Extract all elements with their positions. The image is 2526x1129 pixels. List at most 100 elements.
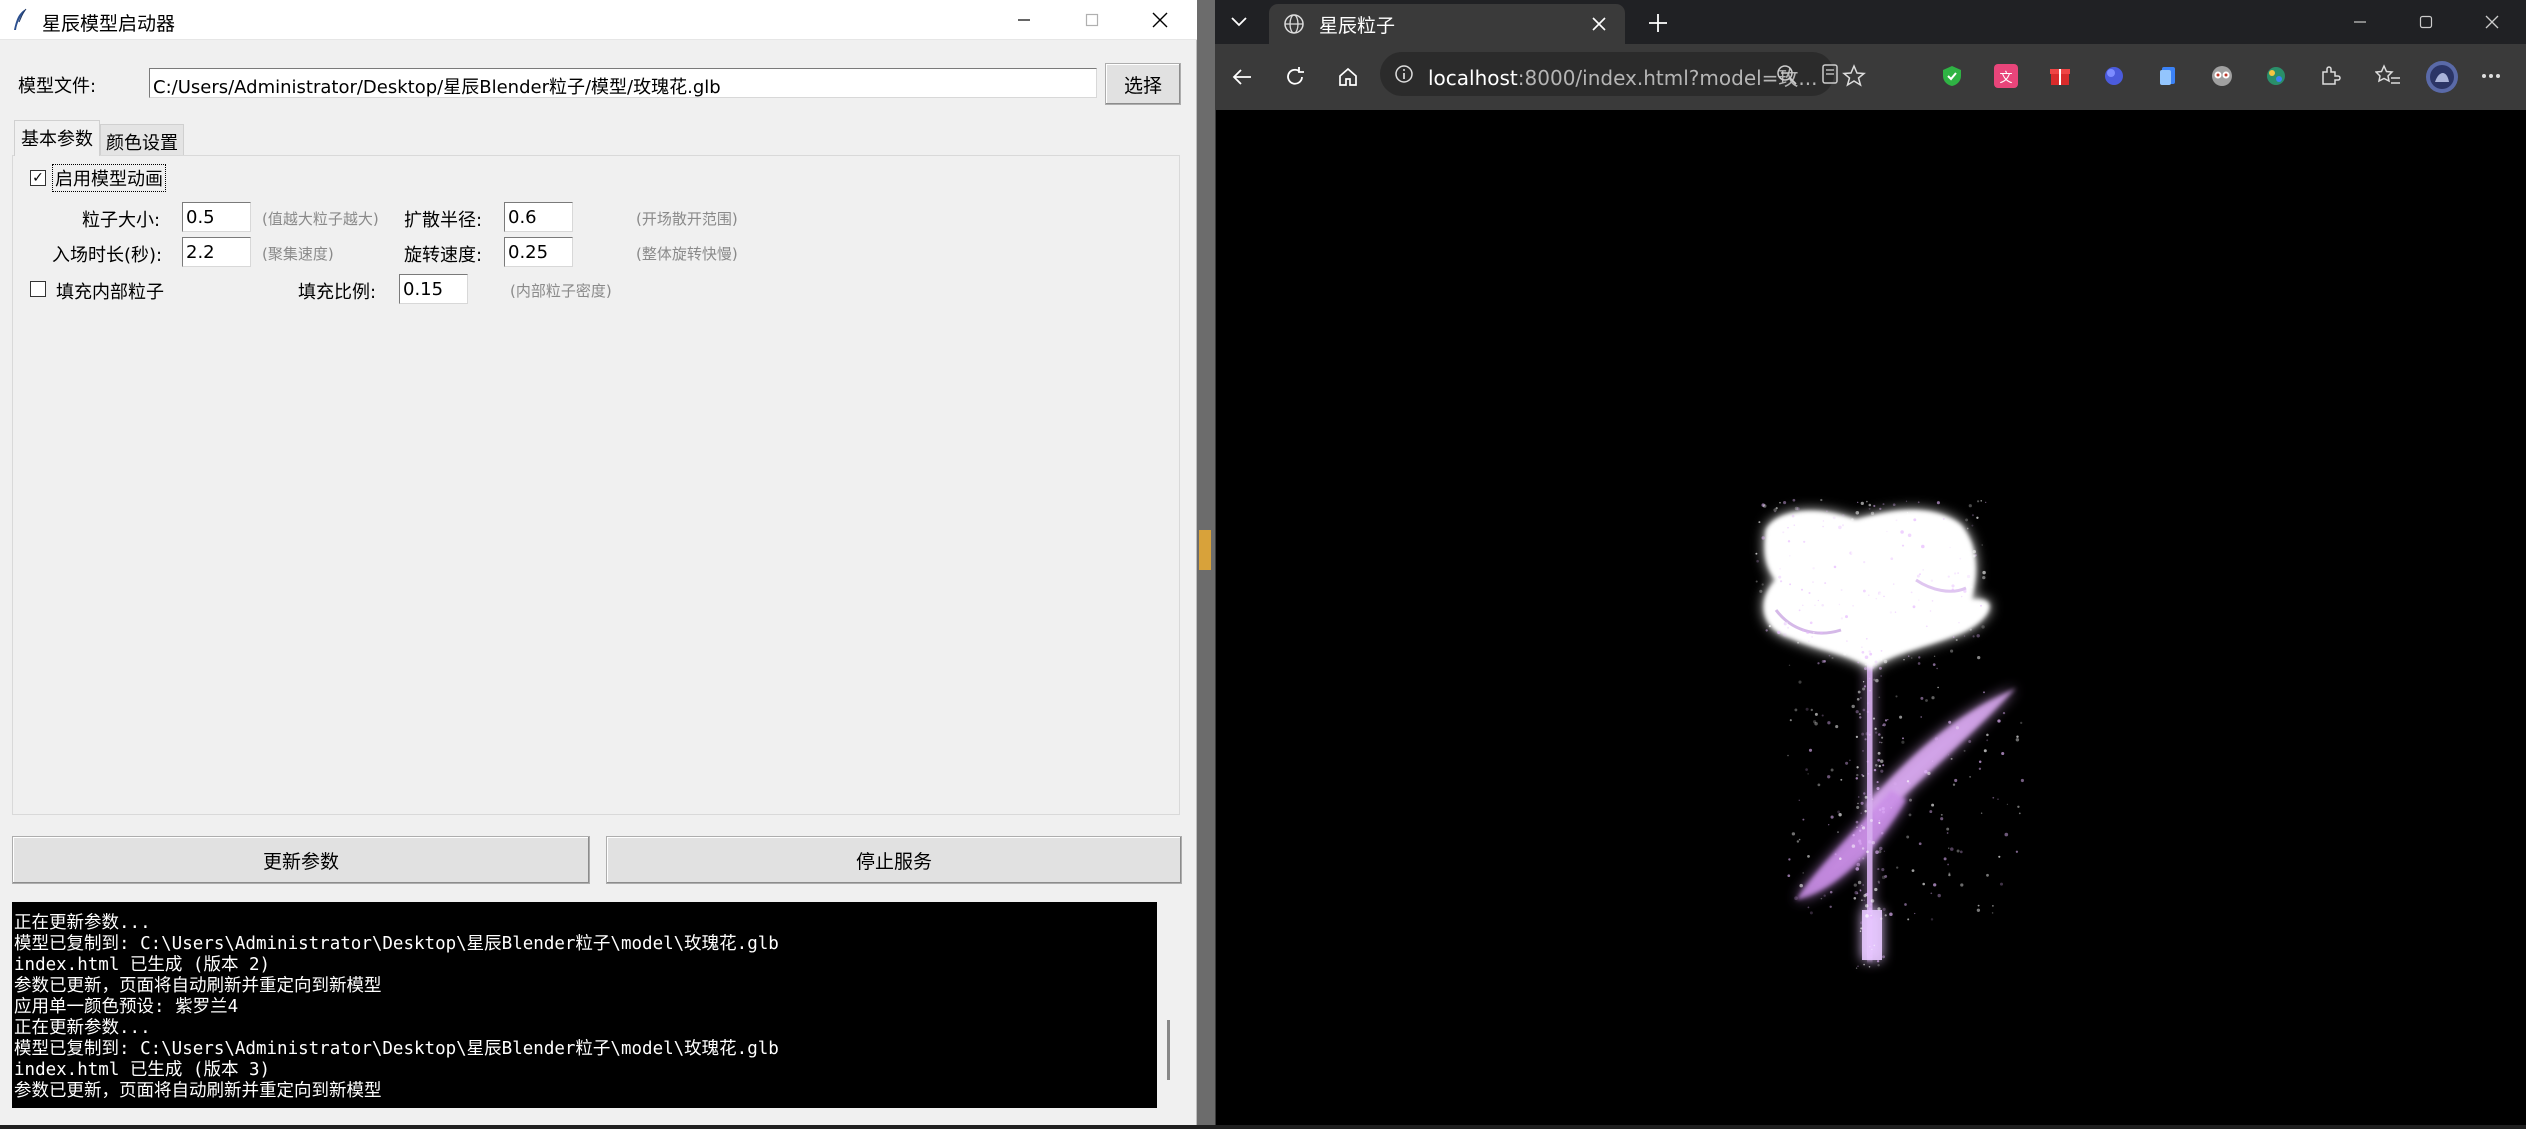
particle-dot xyxy=(1869,652,1873,656)
particle-dot xyxy=(1855,777,1859,780)
particle-size-input[interactable]: 0.5 xyxy=(182,202,251,232)
particle-dot xyxy=(1905,500,1908,502)
reader-mode-icon[interactable] xyxy=(1820,63,1840,85)
particle-dot xyxy=(1976,908,1981,912)
particle-dot xyxy=(1840,589,1843,591)
particle-dot xyxy=(1809,621,1813,625)
particle-dot xyxy=(1946,827,1950,831)
particle-dot xyxy=(1855,735,1859,739)
particle-dot xyxy=(1859,696,1862,699)
particle-dot xyxy=(1930,579,1934,582)
gift-extension-icon[interactable] xyxy=(2048,64,2072,88)
close-tab-icon[interactable] xyxy=(1591,16,1607,32)
home-button[interactable] xyxy=(1331,60,1365,94)
particle-dot xyxy=(1894,611,1897,613)
new-tab-button[interactable] xyxy=(1643,8,1673,38)
fill-inner-checkbox[interactable] xyxy=(30,281,46,297)
spread-radius-label: 扩散半径: xyxy=(404,210,483,231)
particle-dot xyxy=(1931,696,1935,700)
particle-dot xyxy=(1940,813,1943,816)
model-file-input[interactable]: C:/Users/Administrator/Desktop/星辰Blender… xyxy=(149,68,1097,98)
enable-animation-label: 启用模型动画 xyxy=(55,169,163,190)
translate-extension-icon[interactable]: 文 xyxy=(1994,64,2018,88)
maximize-button[interactable] xyxy=(1058,0,1126,40)
particle-dot xyxy=(1908,813,1912,817)
particle-dot xyxy=(1771,536,1774,539)
planet-extension-icon[interactable] xyxy=(2102,64,2126,88)
url-path: :8000/index.html?model=玫... xyxy=(1517,66,1818,90)
particle-dot xyxy=(1856,862,1861,867)
enable-animation-checkbox[interactable]: ✓ xyxy=(30,170,46,186)
tab-list-button[interactable] xyxy=(1225,10,1253,34)
browser-tab[interactable]: 星辰粒子 xyxy=(1269,4,1625,44)
particle-dot xyxy=(1855,820,1859,824)
favorites-list-icon[interactable] xyxy=(2375,64,2401,88)
particle-dot xyxy=(1829,905,1832,909)
rotation-speed-input[interactable]: 0.25 xyxy=(504,237,573,267)
particle-dot xyxy=(1991,912,1994,914)
particle-dot xyxy=(2004,832,2009,837)
console-scrollbar[interactable] xyxy=(1158,902,1180,1108)
particle-dot xyxy=(1857,802,1859,805)
choose-file-button[interactable]: 选择 xyxy=(1105,63,1181,105)
url-host: localhost xyxy=(1428,66,1518,90)
entry-duration-input[interactable]: 2.2 xyxy=(182,237,251,267)
stop-service-button[interactable]: 停止服务 xyxy=(606,836,1182,884)
particle-dot xyxy=(1911,869,1915,872)
tab-basic-params[interactable]: 基本参数 xyxy=(14,120,100,156)
spread-radius-input[interactable]: 0.6 xyxy=(504,202,573,232)
owl-extension-icon[interactable] xyxy=(2210,64,2234,88)
particle-dot xyxy=(1833,565,1837,569)
particle-dot xyxy=(1985,501,1987,504)
fill-ratio-label: 填充比例: xyxy=(298,282,377,303)
shield-extension-icon[interactable] xyxy=(1940,64,1964,88)
minimize-button[interactable] xyxy=(990,0,1058,40)
more-options-icon[interactable] xyxy=(2479,64,2503,88)
particle-dot xyxy=(1856,766,1859,769)
particle-dot xyxy=(1969,628,1972,631)
info-icon[interactable] xyxy=(1394,64,1414,84)
document-extension-icon[interactable] xyxy=(2156,64,2180,88)
particle-dot xyxy=(1853,883,1857,887)
particle-dot xyxy=(1868,503,1872,507)
particle-dot xyxy=(1875,664,1878,667)
browser-maximize-button[interactable] xyxy=(2411,8,2441,36)
back-button[interactable] xyxy=(1225,60,1259,94)
page-viewport[interactable] xyxy=(1215,110,2526,1125)
fill-ratio-input[interactable]: 0.15 xyxy=(399,274,468,304)
particle-dot xyxy=(1997,798,1999,800)
palette-extension-icon[interactable] xyxy=(2264,64,2288,88)
tab-color-settings[interactable]: 颜色设置 xyxy=(100,124,184,156)
particle-dot xyxy=(1807,537,1811,540)
favorite-star-icon[interactable] xyxy=(1842,64,1866,88)
particle-dot xyxy=(1896,625,1900,629)
tab-strip: 星辰粒子 xyxy=(1215,0,2526,44)
particle-dot xyxy=(1876,781,1879,784)
address-bar[interactable]: localhost:8000/index.html?model=玫... xyxy=(1380,52,1838,96)
zoom-out-icon[interactable] xyxy=(1776,64,1798,86)
title-bar[interactable]: 星辰模型启动器 xyxy=(0,0,1197,40)
reload-button[interactable] xyxy=(1278,60,1312,94)
particle-dot xyxy=(1856,892,1859,895)
browser-minimize-button[interactable] xyxy=(2345,8,2375,36)
particle-dot xyxy=(1958,569,1961,572)
browser-window: 星辰粒子 localhost:8000/index.html?model=玫..… xyxy=(1215,0,2526,1125)
close-button[interactable] xyxy=(1126,0,1194,40)
particle-dot xyxy=(1875,728,1877,730)
particle-dot xyxy=(1876,570,1879,573)
particle-dot xyxy=(1774,523,1778,526)
particle-rose-scene[interactable] xyxy=(1216,110,2526,1125)
profile-avatar-icon[interactable] xyxy=(2425,60,2459,94)
update-params-button[interactable]: 更新参数 xyxy=(12,836,590,884)
browser-close-button[interactable] xyxy=(2477,8,2507,36)
particle-dot xyxy=(1868,650,1871,653)
particle-dot xyxy=(1961,595,1963,598)
particle-dot xyxy=(1878,821,1881,824)
extensions-puzzle-icon[interactable] xyxy=(2318,64,2342,88)
particle-dot xyxy=(1846,640,1848,642)
scrollbar-thumb[interactable] xyxy=(1167,1020,1170,1080)
particle-dot xyxy=(1812,609,1815,612)
particle-dot xyxy=(1947,754,1950,756)
log-console[interactable]: 正在更新参数... 模型已复制到: C:\Users\Administrator… xyxy=(12,902,1157,1108)
particle-dot xyxy=(1972,549,1976,554)
